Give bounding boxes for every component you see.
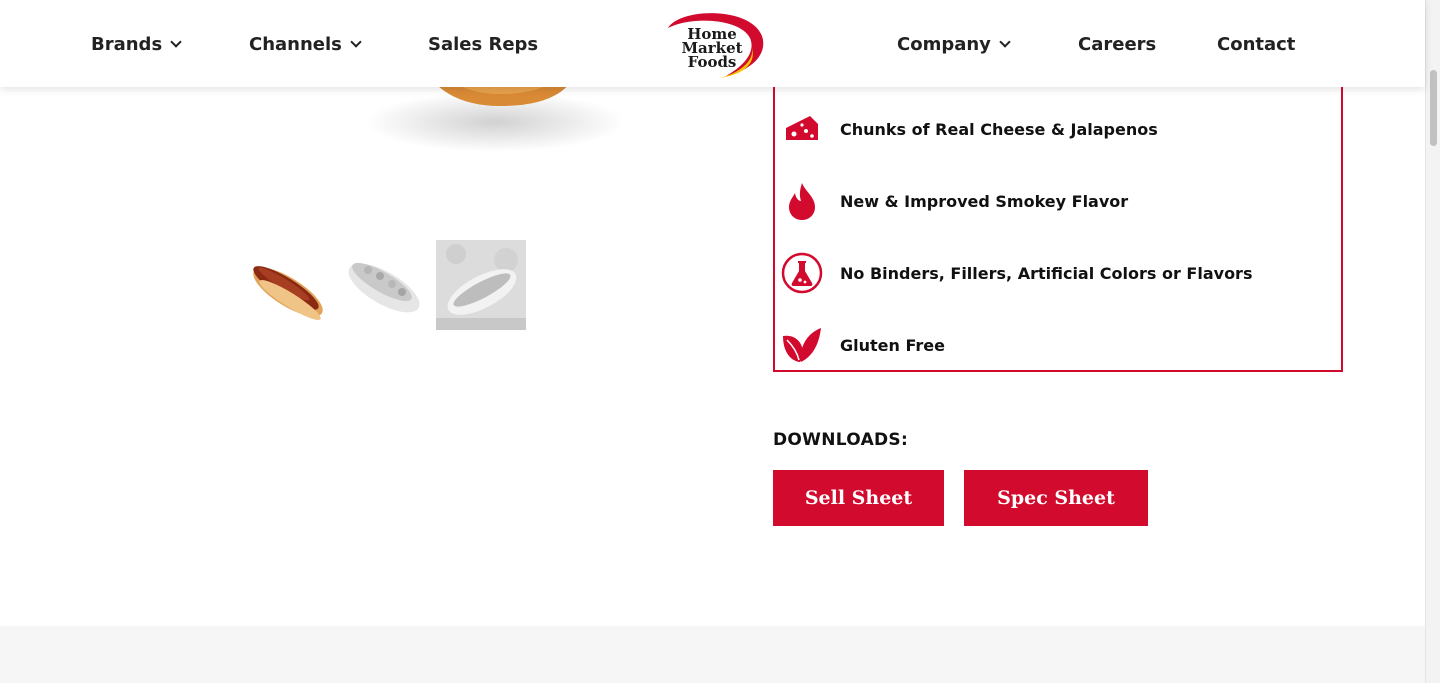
chevron-down-icon [170,35,182,48]
nav-sales-reps[interactable]: Sales Reps [428,30,538,58]
scrollbar-thumb[interactable] [1430,70,1437,146]
feature-label: No Binders, Fillers, Artificial Colors o… [840,263,1253,283]
footer-section [0,626,1425,683]
chevron-down-icon [350,35,362,48]
nav-brands[interactable]: Brands [91,30,182,58]
feature-item: No Binders, Fillers, Artificial Colors o… [780,249,1252,297]
nav-company[interactable]: Company [897,30,1011,58]
product-thumbnails [240,240,526,330]
nav-channels[interactable]: Channels [249,30,362,58]
spec-sheet-button[interactable]: Spec Sheet [964,470,1148,526]
cheese-icon [780,107,824,151]
page-scrollbar[interactable] [1425,0,1440,683]
hotdog-plated-thumbnail-image [436,240,526,330]
feature-label: Chunks of Real Cheese & Jalapenos [840,119,1158,139]
feature-item: Chunks of Real Cheese & Jalapenos [780,105,1158,153]
hotdog-toppings-thumbnail-image [348,262,420,313]
site-header: Brands Channels Sales Reps Home Market F… [0,0,1425,87]
nav-sales-reps-label: Sales Reps [428,33,539,55]
sell-sheet-button[interactable]: Sell Sheet [773,470,944,526]
flask-icon [780,251,824,295]
thumbnail-3[interactable] [436,240,526,330]
nav-contact[interactable]: Contact [1217,30,1295,58]
feature-label: Gluten Free [840,335,945,355]
nav-channels-label: Channels [249,33,342,55]
feature-item: Gluten Free [780,321,945,369]
flame-icon [780,179,824,223]
thumbnail-1[interactable] [240,240,330,330]
hotdog-thumbnail-image [253,266,323,320]
nav-company-label: Company [897,33,991,55]
logo-line3: Foods [688,53,737,71]
feature-item: New & Improved Smokey Flavor [780,177,1128,225]
home-market-foods-logo[interactable]: Home Market Foods [660,8,766,80]
thumbnail-2[interactable] [338,240,428,330]
leaf-icon [780,323,824,367]
product-features-box: Chunks of Real Cheese & Jalapenos New & … [773,70,1343,372]
downloads-heading: DOWNLOADS: [773,430,909,450]
nav-brands-label: Brands [91,33,163,55]
nav-careers[interactable]: Careers [1078,30,1156,58]
chevron-down-icon [999,35,1011,48]
feature-label: New & Improved Smokey Flavor [840,191,1129,211]
nav-careers-label: Careers [1078,33,1157,55]
nav-contact-label: Contact [1217,33,1296,55]
